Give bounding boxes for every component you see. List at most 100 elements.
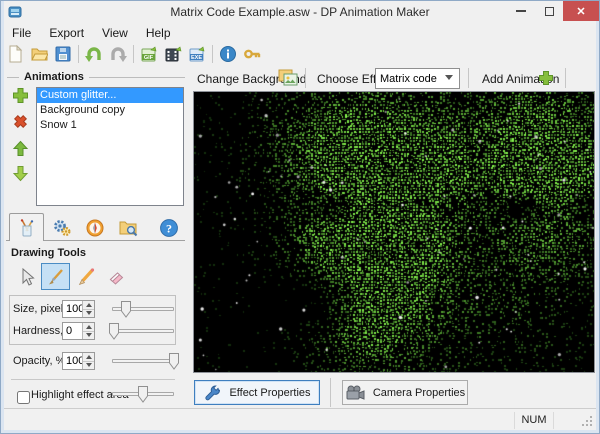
hardness-spinner[interactable] xyxy=(62,322,95,340)
close-button[interactable]: ✕ xyxy=(563,1,599,21)
wrench-icon xyxy=(205,384,221,400)
menu-view[interactable]: View xyxy=(93,24,137,42)
info-icon xyxy=(220,46,236,62)
size-up-button[interactable] xyxy=(83,301,94,310)
pencil-tool-button[interactable] xyxy=(71,263,100,290)
browse-folder-icon xyxy=(119,221,137,237)
effect-select[interactable]: Matrix code xyxy=(375,68,460,89)
effect-properties-button[interactable]: Effect Properties xyxy=(194,380,320,405)
spin-up-icon xyxy=(85,354,92,359)
close-icon: ✕ xyxy=(576,5,586,18)
bottom-bar-separator xyxy=(330,378,331,407)
tab-browse[interactable] xyxy=(111,216,144,240)
spin-down-icon xyxy=(85,333,92,338)
highlight-effect-checkbox[interactable] xyxy=(17,391,30,404)
undo-icon xyxy=(85,47,101,62)
eraser-icon xyxy=(109,271,123,285)
spin-up-icon xyxy=(85,302,92,307)
maximize-icon xyxy=(544,6,554,16)
hardness-input[interactable] xyxy=(63,323,82,339)
opacity-slider[interactable] xyxy=(112,353,179,370)
tab-navigation[interactable] xyxy=(78,216,111,240)
settings-gears-icon xyxy=(53,220,71,237)
add-animation-list-button[interactable] xyxy=(12,87,30,105)
main-toolbar: GIF EXE xyxy=(3,42,264,66)
resize-grip[interactable] xyxy=(581,415,593,427)
opacity-input[interactable] xyxy=(63,353,82,369)
cursor-icon xyxy=(22,267,35,286)
opacity-spinner[interactable] xyxy=(62,352,95,370)
hardness-slider-thumb[interactable] xyxy=(109,323,120,340)
menu-file[interactable]: File xyxy=(3,24,40,42)
effect-bar-separator xyxy=(565,68,566,88)
save-button[interactable] xyxy=(51,43,75,66)
title-bar[interactable]: Matrix Code Example.asw - DP Animation M… xyxy=(1,1,599,23)
camera-properties-button[interactable]: Camera Properties xyxy=(342,380,468,405)
open-file-button[interactable] xyxy=(27,43,51,66)
compass-icon xyxy=(86,219,103,237)
export-exe-button[interactable]: EXE xyxy=(185,43,209,66)
num-lock-indicator: NUM xyxy=(514,412,554,429)
maximize-button[interactable] xyxy=(535,1,563,21)
preview-area xyxy=(193,91,595,373)
size-slider[interactable] xyxy=(112,301,174,318)
register-key-button[interactable] xyxy=(240,43,264,66)
brush-tool-button[interactable] xyxy=(41,263,70,290)
export-video-button[interactable] xyxy=(161,43,185,66)
effect-canvas[interactable] xyxy=(194,92,594,372)
undo-button[interactable] xyxy=(82,43,106,66)
highlight-slider-thumb[interactable] xyxy=(138,386,148,403)
menu-export[interactable]: Export xyxy=(40,24,93,42)
delete-animation-button[interactable] xyxy=(12,113,30,131)
size-spinner[interactable] xyxy=(62,300,95,318)
camera-properties-label: Camera Properties xyxy=(372,386,466,399)
menu-help[interactable]: Help xyxy=(137,24,180,42)
tab-help[interactable]: ? xyxy=(152,216,185,240)
export-gif-button[interactable]: GIF xyxy=(137,43,161,66)
export-exe-icon: EXE xyxy=(189,46,204,62)
size-down-button[interactable] xyxy=(83,309,94,317)
arrow-down-icon xyxy=(12,166,29,182)
opacity-slider-thumb[interactable] xyxy=(169,353,179,370)
delete-x-icon xyxy=(13,114,28,129)
minimize-button[interactable] xyxy=(507,1,535,21)
window-border-right xyxy=(596,1,599,433)
spin-down-icon xyxy=(85,311,92,316)
move-up-button[interactable] xyxy=(12,140,30,158)
change-background-icon-button[interactable] xyxy=(278,69,298,92)
minimize-icon xyxy=(516,10,526,12)
open-folder-icon xyxy=(31,48,48,61)
move-down-button[interactable] xyxy=(12,165,30,183)
animations-group-header: Animations xyxy=(7,71,185,83)
highlight-slider[interactable] xyxy=(112,386,174,403)
opacity-down-button[interactable] xyxy=(83,361,94,369)
eraser-tool-button[interactable] xyxy=(101,263,130,290)
arrow-up-icon xyxy=(12,140,29,156)
opacity-label: Opacity, %: xyxy=(13,355,69,367)
new-document-button[interactable] xyxy=(3,43,27,66)
hardness-down-button[interactable] xyxy=(83,331,94,339)
effect-properties-label: Effect Properties xyxy=(229,386,311,399)
hardness-up-button[interactable] xyxy=(83,323,94,332)
tab-settings[interactable] xyxy=(45,216,78,240)
list-item[interactable]: Custom glitter... xyxy=(37,88,183,103)
animations-list[interactable]: Custom glitter... Background copy Snow 1 xyxy=(36,87,184,206)
list-item[interactable]: Snow 1 xyxy=(37,118,183,133)
new-document-icon xyxy=(9,45,23,63)
toolbar-separator xyxy=(78,45,79,63)
size-slider-thumb[interactable] xyxy=(120,301,131,318)
camera-icon xyxy=(346,385,365,400)
select-tool-button[interactable] xyxy=(11,263,40,290)
save-icon xyxy=(55,46,71,62)
toolbar-separator xyxy=(133,45,134,63)
plus-icon xyxy=(13,88,28,103)
info-button[interactable] xyxy=(216,43,240,66)
add-animation-icon-button[interactable] xyxy=(538,70,554,91)
export-gif-icon: GIF xyxy=(141,46,156,62)
size-input[interactable] xyxy=(63,301,82,317)
redo-button[interactable] xyxy=(106,43,130,66)
hardness-slider[interactable] xyxy=(109,323,174,340)
list-item[interactable]: Background copy xyxy=(37,103,183,118)
tab-drawing-tools[interactable] xyxy=(9,213,44,241)
opacity-up-button[interactable] xyxy=(83,353,94,362)
